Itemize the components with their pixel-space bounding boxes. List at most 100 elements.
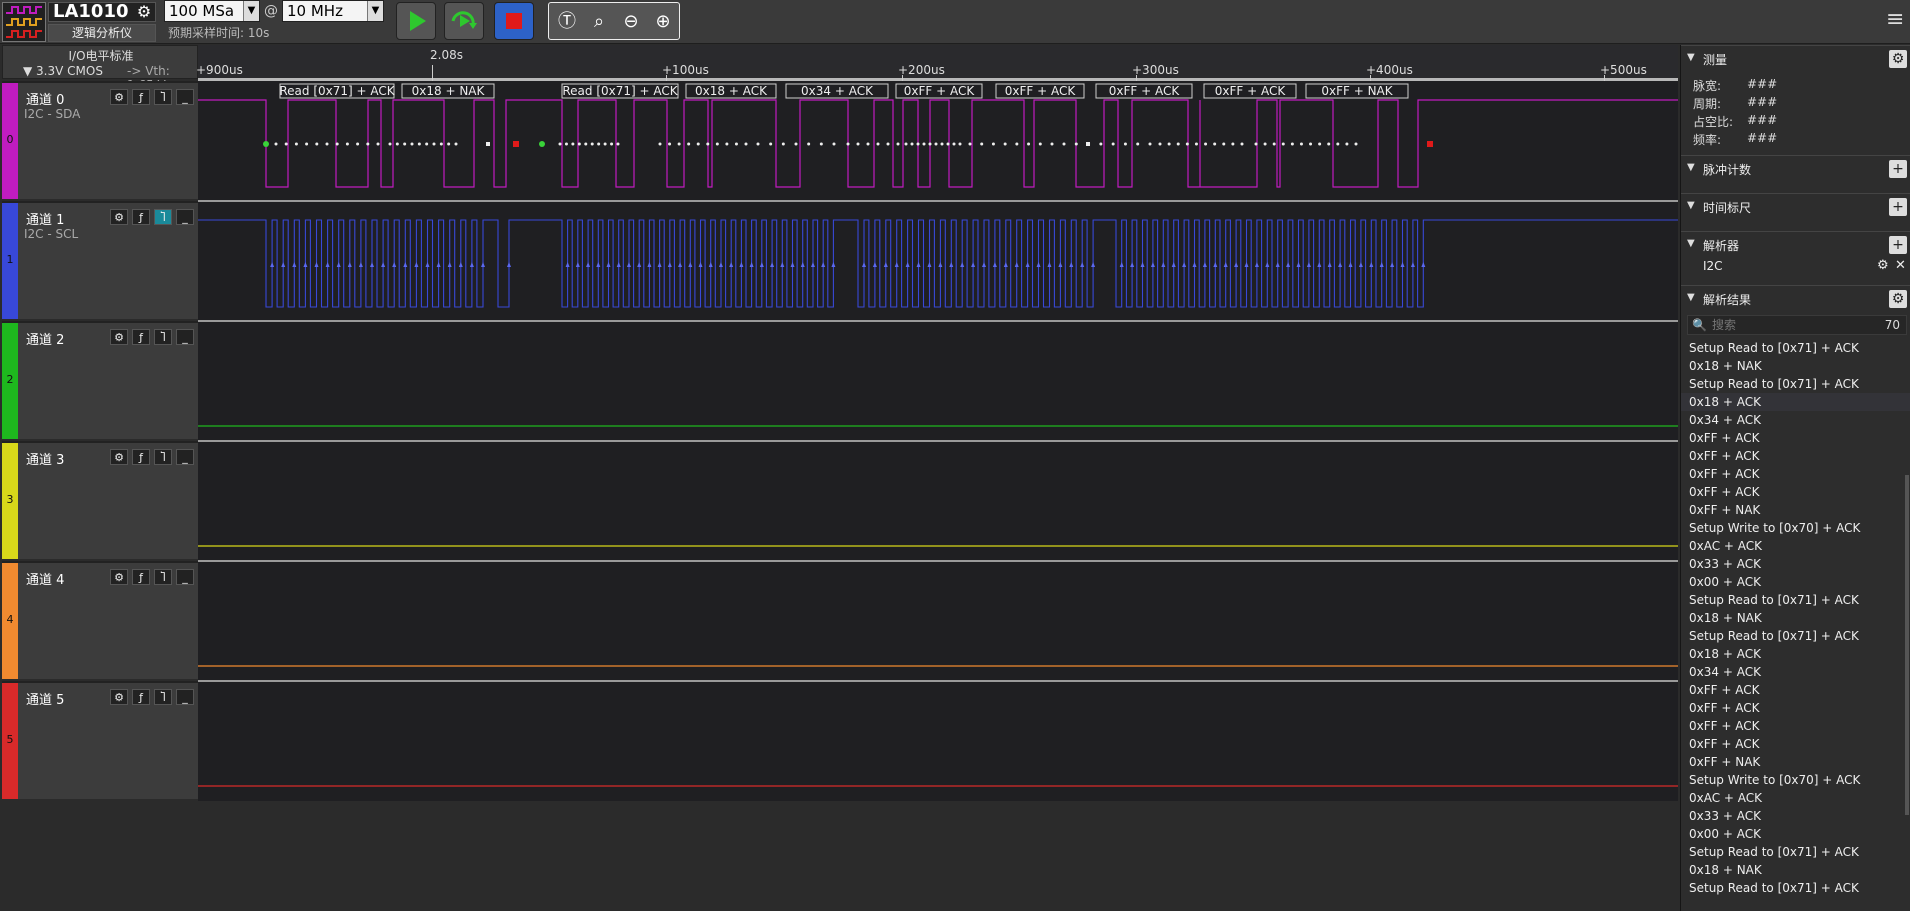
channel-4-panel[interactable]: 4 通道 4 ⚙ ƒ Ⴈ _	[2, 561, 198, 679]
falling-edge-icon[interactable]: Ⴈ	[154, 329, 172, 345]
timeline-ruler[interactable]: 2.08s +900us +100us +200us +300us +400us…	[196, 45, 1678, 81]
time-ruler-section-header[interactable]: ▼ 时间标尺 +	[1681, 193, 1910, 219]
pulse-count-section-header[interactable]: ▼ 脉冲计数 +	[1681, 155, 1910, 181]
decoder-section-header[interactable]: ▼ 解析器 +	[1681, 231, 1910, 257]
rising-edge-icon[interactable]: ƒ	[132, 569, 150, 585]
falling-edge-icon[interactable]: Ⴈ	[154, 449, 172, 465]
falling-edge-icon[interactable]: Ⴈ	[154, 569, 172, 585]
sample-rate-select[interactable]: 100 MSa ▼	[164, 0, 260, 22]
gear-icon[interactable]: ⚙	[110, 449, 128, 465]
stop-button[interactable]	[494, 2, 534, 40]
device-settings-gear-icon[interactable]: ⚙	[134, 3, 154, 21]
result-row[interactable]: Setup Write to [0x70] + ACK	[1681, 771, 1910, 789]
result-row[interactable]: 0xAC + ACK	[1681, 789, 1910, 807]
start-button[interactable]	[396, 2, 436, 40]
channel-2-panel[interactable]: 2 通道 2 ⚙ ƒ Ⴈ _	[2, 321, 198, 439]
result-row[interactable]: 0x18 + ACK	[1681, 645, 1910, 663]
add-icon[interactable]: +	[1889, 198, 1907, 216]
gear-icon[interactable]: ⚙	[110, 329, 128, 345]
falling-edge-icon[interactable]: Ⴈ	[154, 209, 172, 225]
result-row[interactable]: Setup Read to [0x71] + ACK	[1681, 843, 1910, 861]
low-level-icon[interactable]: _	[176, 689, 194, 705]
timeline-tick: +300us	[1132, 63, 1179, 77]
rising-edge-icon[interactable]: ƒ	[132, 329, 150, 345]
results-list[interactable]: Setup Read to [0x71] + ACK 0x18 + NAK Setu…	[1681, 339, 1910, 897]
rising-edge-icon[interactable]: ƒ	[132, 89, 150, 105]
result-row[interactable]: 0x33 + ACK	[1681, 555, 1910, 573]
rising-edge-icon[interactable]: ƒ	[132, 449, 150, 465]
low-level-icon[interactable]: _	[176, 329, 194, 345]
result-row[interactable]: Setup Read to [0x71] + ACK	[1681, 627, 1910, 645]
result-row[interactable]: 0x18 + NAK	[1681, 861, 1910, 879]
io-standard-select[interactable]: ▼ 3.3V CMOS	[23, 64, 103, 78]
result-row[interactable]: 0xFF + ACK	[1681, 717, 1910, 735]
result-row[interactable]: 0x00 + ACK	[1681, 573, 1910, 591]
decoder-item-i2c[interactable]: I2C	[1703, 259, 1723, 273]
add-icon[interactable]: +	[1889, 160, 1907, 178]
result-row[interactable]: 0x33 + ACK	[1681, 807, 1910, 825]
falling-edge-icon[interactable]: Ⴈ	[154, 689, 172, 705]
result-row[interactable]: 0x18 + NAK	[1681, 357, 1910, 375]
add-icon[interactable]: +	[1889, 236, 1907, 254]
result-row[interactable]: 0xAC + ACK	[1681, 537, 1910, 555]
channel-1-panel[interactable]: 1 通道 1 I2C - SCL ⚙ ƒ Ⴈ _	[2, 201, 198, 319]
result-row[interactable]: 0xFF + ACK	[1681, 483, 1910, 501]
right-panel: ▼ 测量 ⚙ 脉宽: ### 周期: ### 占空比: ### 频率: ### …	[1680, 45, 1910, 911]
result-row[interactable]: 0xFF + ACK	[1681, 681, 1910, 699]
channel-3-panel[interactable]: 3 通道 3 ⚙ ƒ Ⴈ _	[2, 441, 198, 559]
zoom-in-icon[interactable]: ⊕	[649, 9, 677, 35]
gear-icon[interactable]: ⚙	[110, 569, 128, 585]
channel-0-panel[interactable]: 0 通道 0 I2C - SDA ⚙ ƒ Ⴈ _	[2, 81, 198, 199]
rising-edge-icon[interactable]: ƒ	[132, 689, 150, 705]
result-row[interactable]: 0xFF + ACK	[1681, 429, 1910, 447]
result-row[interactable]: 0x00 + ACK	[1681, 825, 1910, 843]
falling-edge-icon[interactable]: Ⴈ	[154, 89, 172, 105]
low-level-icon[interactable]: _	[176, 449, 194, 465]
clock-edge-arrow	[381, 262, 386, 267]
gear-icon[interactable]: ⚙	[1889, 50, 1907, 68]
result-row[interactable]: Setup Read to [0x71] + ACK	[1681, 879, 1910, 897]
repeat-start-button[interactable]	[444, 2, 484, 40]
result-row[interactable]: 0xFF + ACK	[1681, 465, 1910, 483]
result-row[interactable]: 0xFF + ACK	[1681, 447, 1910, 465]
zoom-out-icon[interactable]: ⊖	[617, 9, 645, 35]
result-row[interactable]: 0xFF + NAK	[1681, 501, 1910, 519]
low-level-icon[interactable]: _	[176, 89, 194, 105]
result-row[interactable]: 0xFF + ACK	[1681, 699, 1910, 717]
gear-icon[interactable]: ⚙	[110, 89, 128, 105]
search-input[interactable]	[1712, 317, 1862, 333]
result-row[interactable]: Setup Read to [0x71] + ACK	[1681, 339, 1910, 357]
clock-edge-arrow	[1202, 262, 1207, 267]
rising-edge-icon[interactable]: ƒ	[132, 209, 150, 225]
result-row[interactable]: 0xFF + ACK	[1681, 735, 1910, 753]
result-row[interactable]: 0x18 + ACK	[1681, 393, 1910, 411]
results-section-header[interactable]: ▼ 解析结果 ⚙	[1681, 285, 1910, 311]
gear-icon[interactable]: ⚙	[110, 209, 128, 225]
result-row[interactable]: Setup Read to [0x71] + ACK	[1681, 591, 1910, 609]
results-scrollbar[interactable]	[1905, 475, 1909, 815]
gear-icon[interactable]: ⚙	[1889, 290, 1907, 308]
result-row[interactable]: 0xFF + NAK	[1681, 753, 1910, 771]
result-row[interactable]: Setup Write to [0x70] + ACK	[1681, 519, 1910, 537]
hamburger-menu-icon[interactable]: ≡	[1886, 8, 1904, 32]
gear-icon[interactable]: ⚙	[1877, 258, 1889, 273]
channel-5-panel[interactable]: 5 通道 5 ⚙ ƒ Ⴈ _	[2, 681, 198, 799]
zoom-select-icon[interactable]: ⌕	[585, 9, 613, 35]
low-level-icon[interactable]: _	[176, 569, 194, 585]
low-level-icon[interactable]: _	[176, 209, 194, 225]
close-icon[interactable]: ✕	[1895, 258, 1906, 273]
measure-section-header[interactable]: ▼ 测量 ⚙	[1681, 45, 1910, 71]
sample-dot	[769, 142, 773, 146]
gear-icon[interactable]: ⚙	[110, 689, 128, 705]
text-tool-icon[interactable]: Ⓣ	[553, 9, 581, 35]
measure-duty-cycle: 占空比: ###	[1693, 113, 1777, 130]
result-row[interactable]: Setup Read to [0x71] + ACK	[1681, 375, 1910, 393]
result-row[interactable]: 0x34 + ACK	[1681, 411, 1910, 429]
result-row[interactable]: 0x34 + ACK	[1681, 663, 1910, 681]
sample-dot	[958, 142, 962, 146]
frequency-select[interactable]: 10 MHz ▼	[282, 0, 384, 22]
clock-edge-arrow	[883, 262, 888, 267]
result-row[interactable]: 0x18 + NAK	[1681, 609, 1910, 627]
sample-dot	[315, 142, 319, 146]
decoder-title: 解析器	[1703, 239, 1740, 253]
